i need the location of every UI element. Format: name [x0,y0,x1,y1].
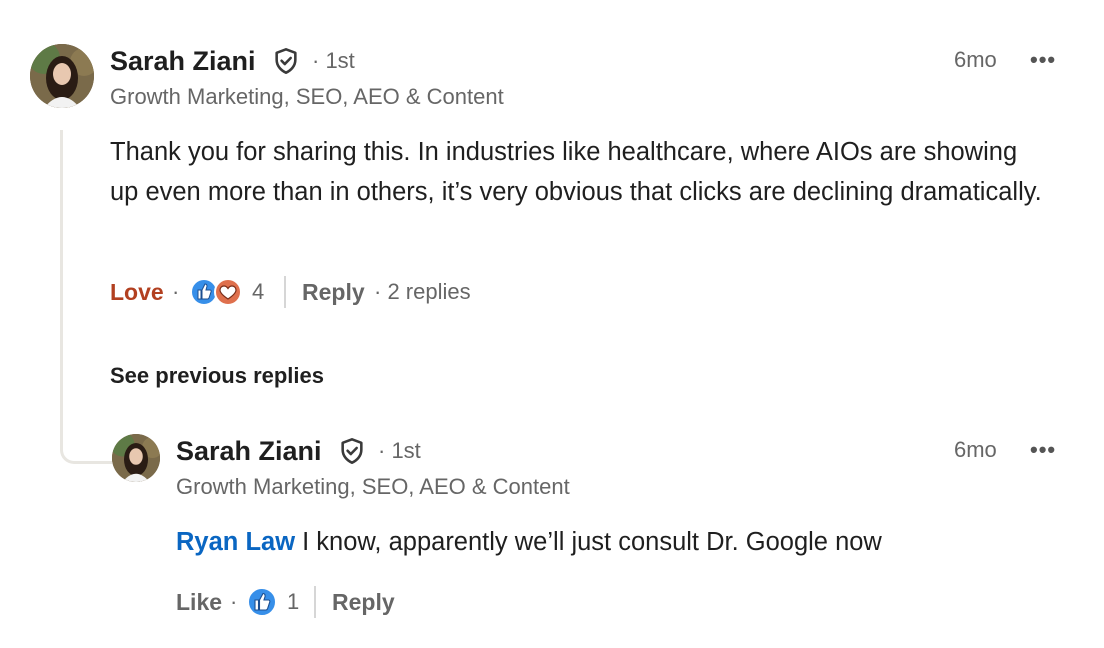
author-headline: Growth Marketing, SEO, AEO & Content [110,84,504,109]
separator-dot: · [230,589,238,614]
reply-timestamp: 6mo [954,437,997,462]
reply-more-options-icon[interactable]: ••• [1030,437,1056,463]
like-button[interactable]: Like [176,589,222,616]
reaction-icons[interactable] [190,277,244,307]
reply-author-headline: Growth Marketing, SEO, AEO & Content [176,474,570,499]
reply-text: Ryan Law I know, apparently we’ll just c… [176,522,1056,562]
avatar[interactable] [30,44,94,108]
reaction-count[interactable]: 4 [252,279,264,305]
separator-dot: · [172,279,180,304]
reply-connection-degree: · 1st [378,438,421,463]
replies-count[interactable]: · 2 replies [374,279,471,305]
thread-line [60,130,112,464]
reply-text-content: I know, apparently we’ll just consult Dr… [295,528,882,556]
mention-link[interactable]: Ryan Law [176,528,295,556]
love-reaction-button[interactable]: Love [110,279,164,306]
more-options-icon[interactable]: ••• [1030,47,1056,73]
verified-icon [338,437,366,465]
connection-degree: · 1st [312,48,355,73]
avatar-image [112,434,160,482]
like-icon [190,278,218,306]
divider [284,276,286,308]
reply-author-name[interactable]: Sarah Ziani [176,436,322,467]
love-icon [214,278,242,306]
divider [314,586,316,618]
author-name[interactable]: Sarah Ziani [110,46,256,77]
verified-icon [272,47,300,75]
avatar[interactable] [112,434,160,482]
like-icon[interactable] [246,586,278,618]
avatar-image [30,44,94,108]
comment-text: Thank you for sharing this. In industrie… [110,138,1042,206]
reply-reply-button[interactable]: Reply [332,589,395,616]
see-previous-replies-button[interactable]: See previous replies [110,363,324,389]
reply-button[interactable]: Reply [302,279,365,306]
timestamp: 6mo [954,47,997,72]
reply-reaction-count[interactable]: 1 [287,589,299,615]
